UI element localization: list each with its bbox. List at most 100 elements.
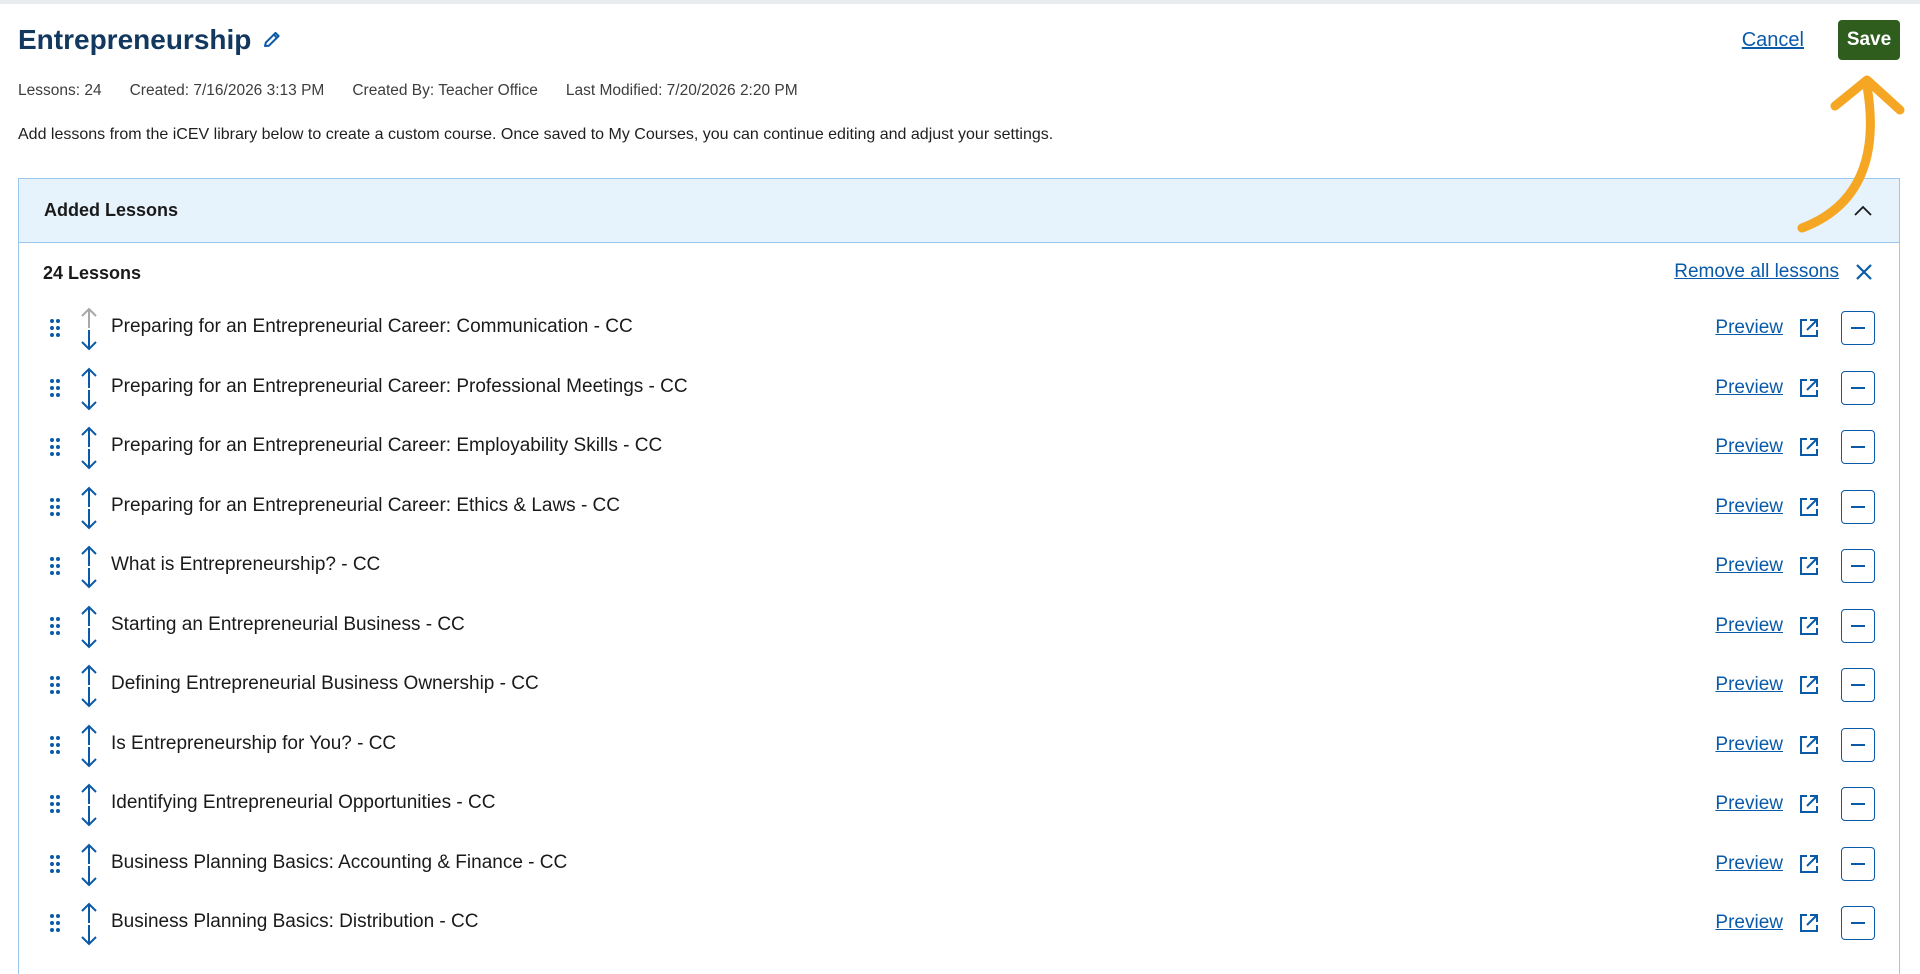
lesson-actions: Preview [1715,547,1875,585]
arrow-up-icon[interactable] [79,426,99,448]
remove-lesson-button[interactable] [1841,549,1875,583]
page-title: Entrepreneurship [18,24,252,55]
preview-link[interactable]: Preview [1715,317,1783,339]
arrow-down-icon[interactable] [79,924,99,946]
lessons-count-row: 24 Lessons Remove all lessons [19,243,1899,305]
arrow-up-icon[interactable] [79,902,99,924]
arrow-up-icon[interactable] [79,486,99,508]
preview-link[interactable]: Preview [1715,555,1783,577]
lesson-title: Business Planning Basics: Accounting & F… [111,851,568,873]
arrow-up-icon[interactable] [79,605,99,627]
arrow-up-icon[interactable] [79,664,99,686]
drag-handle-icon[interactable] [49,854,61,874]
remove-lesson-button[interactable] [1841,370,1875,405]
lesson-actions: Preview [1715,607,1875,645]
arrow-up-icon[interactable] [79,545,99,567]
external-link-icon[interactable] [1797,316,1821,340]
lesson-row-8: Is Entrepreneurship for You? - CC Previe… [19,722,1899,782]
lesson-title: Preparing for an Entrepreneurial Career:… [111,316,633,337]
remove-lesson-button[interactable] [1841,430,1875,464]
external-link-icon[interactable] [1797,673,1821,697]
reorder-controls [79,307,99,351]
arrow-down-icon[interactable] [79,508,99,530]
arrow-down-icon[interactable] [79,686,99,708]
arrow-down-icon[interactable] [79,627,99,649]
lesson-title: Preparing for an Entrepreneurial Career:… [111,375,688,397]
arrow-down-icon[interactable] [79,865,99,887]
lesson-row-2: Preparing for an Entrepreneurial Career:… [19,365,1899,425]
external-link-icon[interactable] [1797,852,1821,876]
external-link-icon[interactable] [1797,792,1821,816]
drag-handle-icon[interactable] [49,675,61,695]
drag-handle-icon[interactable] [49,497,61,517]
arrow-down-icon[interactable] [79,746,99,768]
remove-lesson-button[interactable] [1841,311,1875,345]
minus-icon [1851,684,1865,686]
arrow-up-icon[interactable] [79,724,99,746]
external-link-icon[interactable] [1797,435,1821,459]
reorder-controls [79,426,99,470]
lesson-row-4: Preparing for an Entrepreneurial Career:… [19,484,1899,544]
remove-lesson-button[interactable] [1841,846,1875,881]
remove-lesson-button[interactable] [1841,608,1875,643]
preview-link[interactable]: Preview [1715,377,1783,399]
arrow-up-icon[interactable] [79,367,99,389]
added-lessons-panel: Added Lessons 24 Lessons Remove all less… [18,178,1900,974]
remove-lesson-button[interactable] [1841,489,1875,524]
arrow-up-icon[interactable] [79,783,99,805]
remove-lesson-button[interactable] [1841,727,1875,762]
drag-handle-icon[interactable] [49,735,61,755]
drag-handle-icon[interactable] [49,794,61,814]
remove-lesson-button[interactable] [1841,668,1875,702]
drag-handle-icon[interactable] [49,318,61,338]
page-header: Entrepreneurship Cancel Save [18,20,1900,60]
save-button[interactable]: Save [1838,20,1900,60]
arrow-down-icon[interactable] [79,448,99,470]
external-link-icon[interactable] [1797,376,1821,400]
arrow-down-icon[interactable] [79,329,99,351]
minus-icon [1851,803,1865,805]
minus-icon [1851,505,1865,508]
preview-link[interactable]: Preview [1715,615,1783,637]
preview-link[interactable]: Preview [1715,912,1783,934]
cancel-link[interactable]: Cancel [1742,29,1804,52]
close-icon[interactable] [1853,261,1875,283]
minus-icon [1851,624,1865,627]
external-link-icon[interactable] [1797,733,1821,757]
drag-handle-icon[interactable] [49,616,61,636]
drag-handle-icon[interactable] [49,556,61,576]
arrow-down-icon[interactable] [79,805,99,827]
remove-lesson-button[interactable] [1841,787,1875,821]
preview-link[interactable]: Preview [1715,853,1783,875]
preview-link[interactable]: Preview [1715,436,1783,458]
lesson-actions: Preview [1715,309,1875,347]
lesson-list: Preparing for an Entrepreneurial Career:… [19,305,1899,960]
preview-link[interactable]: Preview [1715,793,1783,815]
external-link-icon[interactable] [1797,614,1821,638]
external-link-icon[interactable] [1797,554,1821,578]
added-lessons-header[interactable]: Added Lessons [19,179,1899,243]
preview-link[interactable]: Preview [1715,674,1783,696]
remove-lesson-button[interactable] [1841,906,1875,940]
external-link-icon[interactable] [1797,495,1821,519]
chevron-up-icon[interactable] [1851,199,1875,223]
external-link-icon[interactable] [1797,911,1821,935]
preview-link[interactable]: Preview [1715,734,1783,756]
lesson-row-11: Business Planning Basics: Distribution -… [19,900,1899,960]
drag-handle-icon[interactable] [49,378,61,398]
lesson-row-1: Preparing for an Entrepreneurial Career:… [19,305,1899,365]
arrow-down-icon[interactable] [79,389,99,411]
pencil-icon[interactable] [261,29,283,51]
drag-handle-icon[interactable] [49,913,61,933]
remove-all-lessons-link[interactable]: Remove all lessons [1674,261,1839,283]
lesson-actions: Preview [1715,726,1875,764]
minus-icon [1851,386,1865,389]
meta-created: Created: 7/16/2026 3:13 PM [129,82,325,99]
course-meta: Lessons: 24 Created: 7/16/2026 3:13 PM C… [18,82,826,100]
course-description: Add lessons from the iCEV library below … [18,126,1054,143]
arrow-up-icon[interactable] [79,843,99,865]
drag-handle-icon[interactable] [49,437,61,457]
preview-link[interactable]: Preview [1715,496,1783,518]
minus-icon [1851,743,1865,746]
arrow-down-icon[interactable] [79,567,99,589]
